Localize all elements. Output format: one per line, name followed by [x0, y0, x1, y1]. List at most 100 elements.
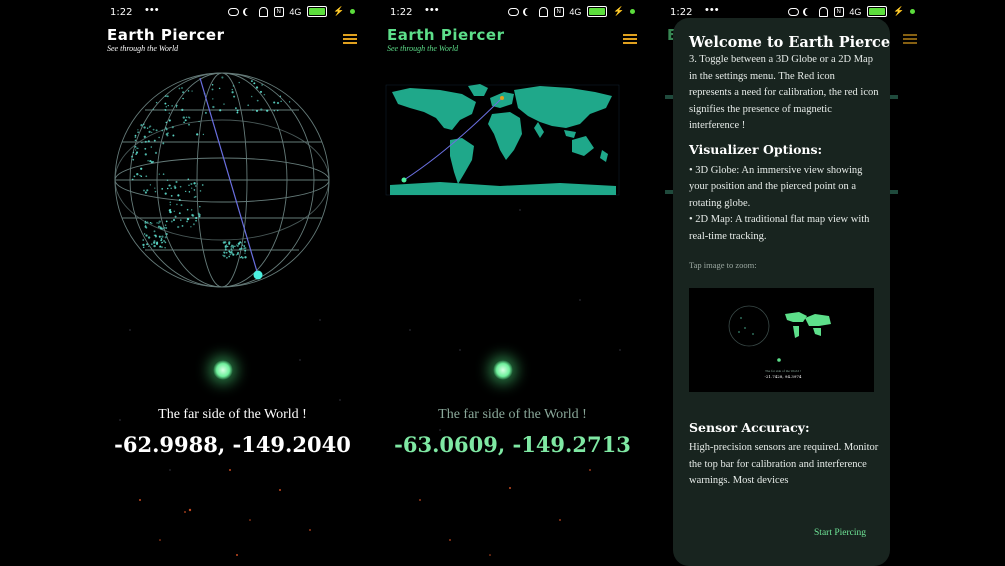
globe-land-dot — [235, 254, 238, 256]
globe-land-dot — [153, 139, 156, 142]
visualizer-map-text: • 2D Map: A traditional flat map view wi… — [689, 214, 870, 242]
globe-land-dot — [212, 105, 215, 109]
globe-land-dot — [152, 108, 154, 111]
globe-land-dot — [273, 110, 275, 112]
globe-land-dot — [169, 210, 172, 214]
start-piercing-button[interactable]: Start Piercing — [814, 528, 866, 538]
globe-land-dot — [224, 248, 227, 251]
globe-land-dot — [144, 140, 147, 143]
globe-land-dot — [225, 251, 228, 254]
globe-land-dot — [166, 179, 169, 181]
globe-land-dot — [135, 151, 139, 154]
globe-land-dot — [178, 199, 181, 201]
globe-land-dot — [184, 119, 187, 122]
globe-land-dot — [144, 221, 147, 224]
globe-land-dot — [193, 196, 196, 198]
globe-land-dot — [182, 97, 184, 100]
globe-land-dot — [151, 131, 153, 133]
globe-land-dot — [256, 99, 259, 102]
world-map-visualizer[interactable] — [380, 0, 645, 565]
modal-title: Welcome to Earth Piercer! — [689, 34, 890, 51]
globe-land-dot — [169, 201, 172, 204]
screen-globe: 1:22 ••• N 4G ⚡ Earth Piercer See throug… — [100, 0, 365, 565]
globe-land-dot — [176, 104, 178, 107]
globe-land-dot — [236, 244, 239, 247]
globe-land-dot — [187, 178, 190, 180]
globe-land-dot — [247, 104, 250, 107]
globe-land-dot — [147, 159, 149, 162]
globe-land-dot — [239, 256, 242, 259]
globe-land-dot — [162, 228, 164, 230]
globe-land-dot — [169, 204, 171, 206]
globe-land-dot — [154, 234, 156, 237]
globe-land-dot — [134, 134, 137, 137]
preview-coordinates: -21.7428, 94.3974 — [765, 374, 802, 379]
globe-visualizer[interactable] — [100, 0, 365, 565]
globe-land-dot — [197, 212, 200, 215]
pierced-point-marker — [401, 177, 407, 183]
globe-land-dot — [160, 246, 163, 249]
globe-land-dot — [164, 247, 166, 249]
globe-land-dot — [230, 245, 233, 248]
globe-land-dot — [232, 85, 235, 87]
preview-image[interactable]: The far side of the World ! -21.7428, 94… — [689, 287, 874, 392]
visualizer-globe-text: • 3D Globe: An immersive view showing yo… — [689, 164, 863, 209]
intro-text: 3. Toggle between a 3D Globe or a 2D Map… — [689, 54, 879, 131]
globe-land-dot — [160, 238, 163, 241]
globe-land-dot — [219, 109, 222, 112]
globe-land-dot — [145, 234, 148, 237]
globe-land-dot — [159, 246, 161, 248]
globe-land-dot — [181, 108, 184, 112]
globe-land-dot — [171, 105, 173, 107]
globe-land-dot — [191, 209, 193, 211]
globe-land-dot — [193, 189, 196, 191]
globe-land-dot — [132, 158, 135, 161]
far-side-caption: The far side of the World ! — [158, 407, 307, 422]
globe-land-dot — [236, 111, 239, 114]
globe-land-dot — [165, 227, 168, 229]
globe-land-dot — [154, 190, 157, 193]
globe-land-dot — [202, 133, 205, 136]
globe-land-dot — [168, 119, 171, 122]
globe-land-dot — [230, 248, 233, 250]
globe-land-dot — [181, 87, 183, 89]
globe-land-dot — [173, 185, 176, 188]
sensor-heading: Sensor Accuracy: — [689, 419, 810, 435]
globe-land-dot — [148, 130, 151, 134]
globe-land-dot — [158, 136, 160, 139]
globe-land-dot — [167, 104, 169, 107]
globe-land-dot — [263, 93, 266, 96]
globe-land-dot — [179, 185, 182, 188]
globe-land-dot — [211, 88, 214, 91]
globe-land-dot — [259, 90, 263, 93]
globe-land-dot — [144, 147, 147, 150]
sensor-text: High-precision sensors are required. Mon… — [689, 442, 879, 486]
globe-land-dot — [231, 91, 234, 94]
globe-land-dot — [244, 252, 246, 254]
globe-land-dot — [199, 190, 202, 192]
position-orb — [213, 360, 233, 380]
globe-land-dot — [145, 175, 148, 178]
globe-land-dot — [165, 127, 167, 129]
globe-land-dot — [244, 249, 247, 252]
globe-land-dot — [186, 208, 189, 211]
globe-land-dot — [162, 173, 165, 175]
globe-land-dot — [250, 95, 253, 98]
globe-land-dot — [187, 90, 190, 92]
globe-land-dot — [183, 121, 185, 124]
globe-land-dot — [196, 183, 198, 185]
globe-land-dot — [165, 106, 168, 108]
globe-land-dot — [211, 83, 214, 86]
far-side-coordinates: -63.0609, -149.2713 — [394, 432, 631, 457]
globe-land-dot — [152, 128, 155, 131]
preview-caption: The far side of the World ! — [765, 369, 801, 373]
globe-land-dot — [144, 225, 147, 228]
globe-land-dot — [168, 112, 170, 114]
globe-land-dot — [212, 98, 214, 100]
globe-land-dot — [192, 223, 195, 226]
globe-land-dot — [228, 255, 231, 258]
modal-body[interactable]: 3. Toggle between a 3D Globe or a 2D Map… — [689, 54, 879, 490]
globe-land-dot — [255, 86, 259, 89]
globe-land-dot — [150, 243, 153, 246]
globe-land-dot — [161, 188, 164, 190]
